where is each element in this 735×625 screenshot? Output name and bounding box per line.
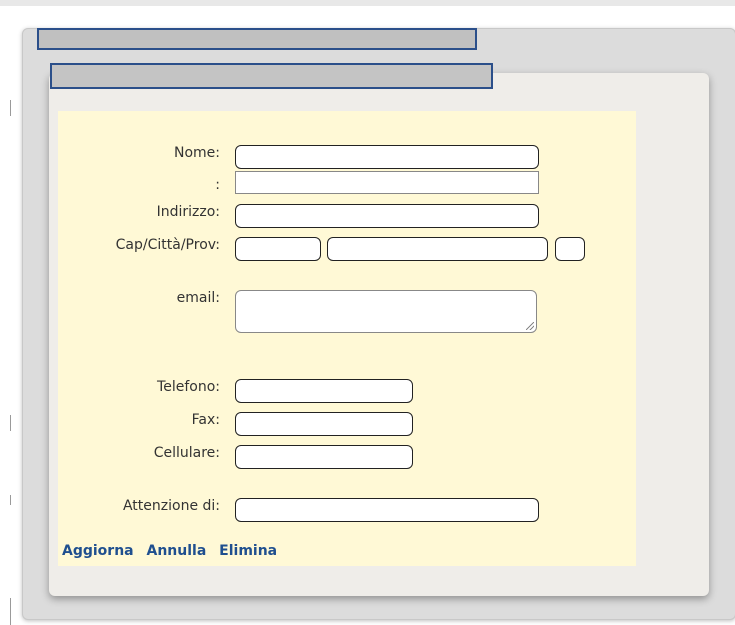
indirizzo-input[interactable] <box>235 204 539 228</box>
annulla-link[interactable]: Annulla <box>147 543 207 559</box>
resize-grip-icon[interactable] <box>526 322 534 330</box>
fax-input[interactable] <box>235 412 413 436</box>
inner-dialog-title-bar[interactable] <box>50 63 493 89</box>
email-textarea[interactable] <box>235 290 537 333</box>
attenzione-input[interactable] <box>235 498 539 522</box>
nome-label: Nome: <box>173 145 220 161</box>
email-label: email: <box>176 290 220 306</box>
nome-input[interactable] <box>235 145 539 169</box>
left-edge-mark <box>10 598 11 625</box>
form-actions: Aggiorna Annulla Elimina <box>62 543 285 559</box>
cap-citta-prov-label: Cap/Città/Prov: <box>115 237 220 253</box>
window-top-edge <box>0 0 735 6</box>
secondary-name-label: : <box>215 177 220 193</box>
telefono-label: Telefono: <box>157 379 220 395</box>
telefono-input[interactable] <box>235 379 413 403</box>
left-edge-mark <box>10 495 11 505</box>
citta-input[interactable] <box>327 237 548 261</box>
cellulare-label: Cellulare: <box>153 445 220 461</box>
fax-label: Fax: <box>191 412 220 428</box>
cellulare-input[interactable] <box>235 445 413 469</box>
indirizzo-label: Indirizzo: <box>156 204 220 220</box>
aggiorna-link[interactable]: Aggiorna <box>62 543 134 559</box>
attenzione-label: Attenzione di: <box>122 498 220 514</box>
cap-input[interactable] <box>235 237 321 261</box>
prov-input[interactable] <box>555 237 585 261</box>
secondary-name-input[interactable] <box>235 171 539 194</box>
outer-dialog-title-bar[interactable] <box>37 28 477 50</box>
elimina-link[interactable]: Elimina <box>219 543 277 559</box>
left-edge-mark <box>10 100 11 116</box>
left-edge-mark <box>10 415 11 431</box>
